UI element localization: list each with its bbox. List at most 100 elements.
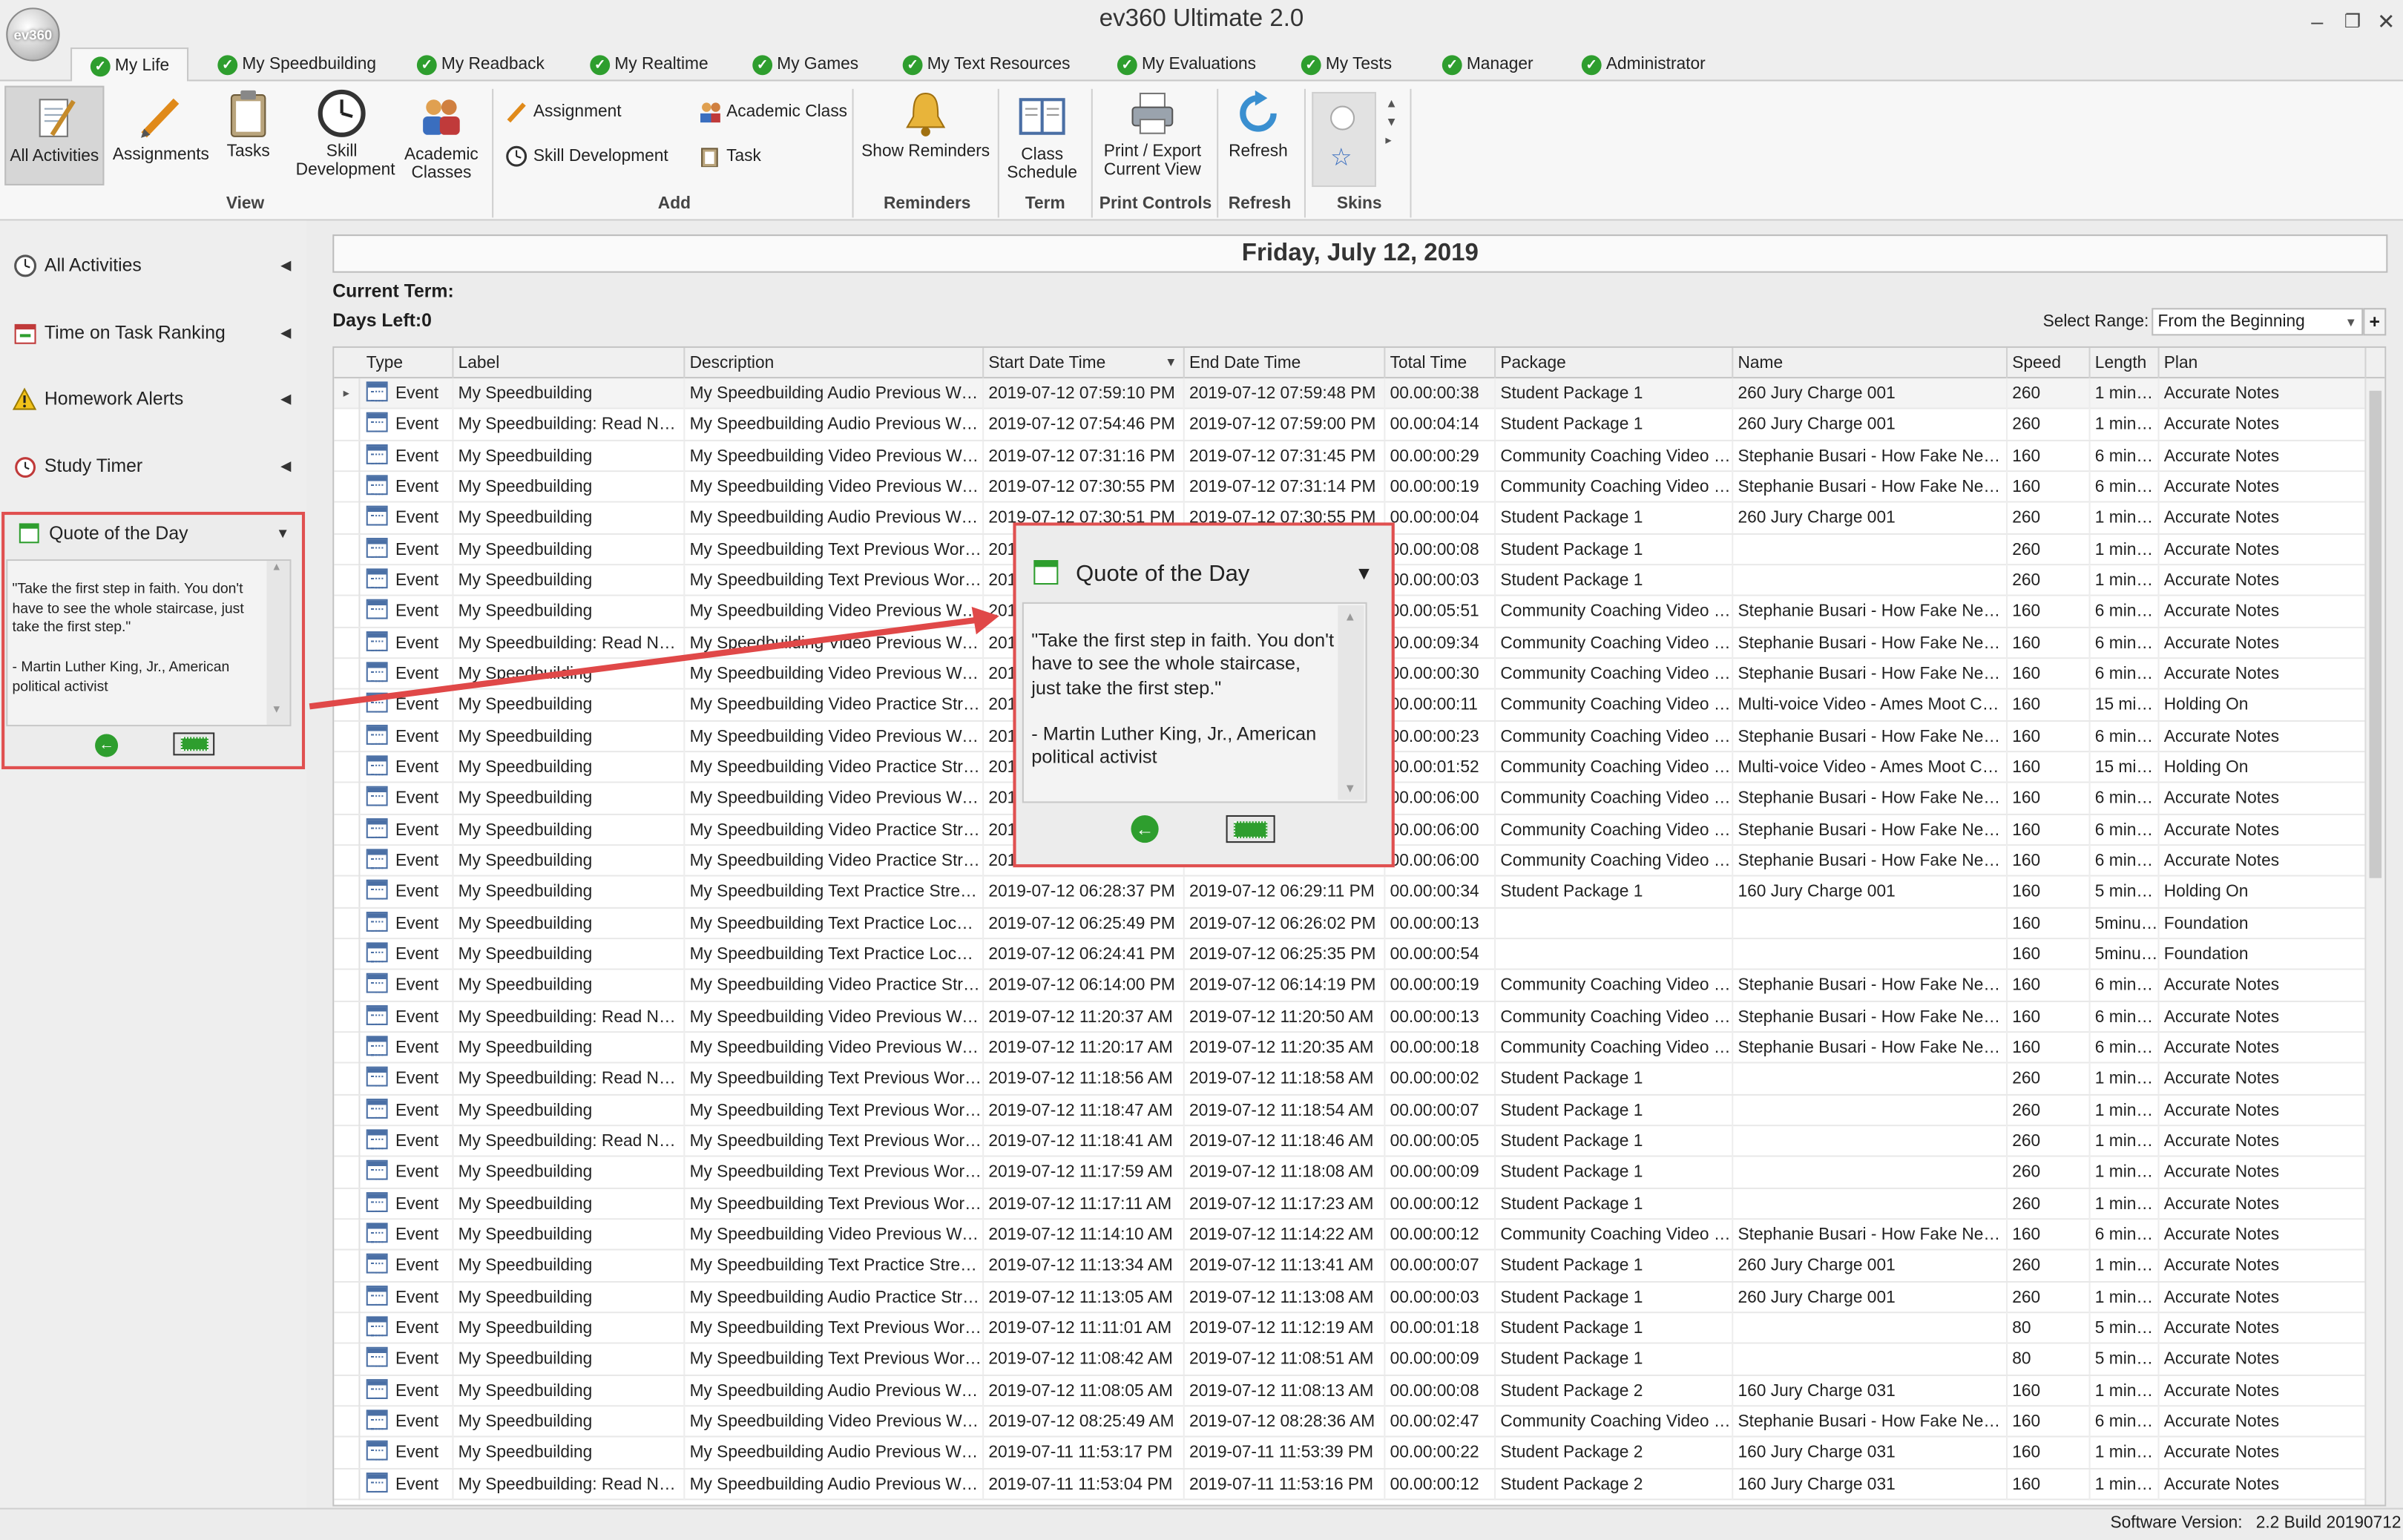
cell-description[interactable]: My Speedbuilding Text Previous Work...: [685, 1188, 984, 1220]
cell-total-time[interactable]: 00.00:02:47: [1385, 1406, 1496, 1438]
cell-length[interactable]: 6 minutes: [2091, 596, 2160, 628]
row-indicator[interactable]: [334, 1064, 361, 1095]
cell-length[interactable]: 5 minutes: [2091, 1344, 2160, 1375]
cell-package[interactable]: Community Coaching Video P...: [1496, 783, 1734, 815]
cell-type[interactable]: Event: [362, 877, 454, 908]
cell-label[interactable]: My Speedbuilding: [453, 1095, 686, 1126]
cell-name[interactable]: [1733, 1313, 2008, 1344]
cell-package[interactable]: [1496, 939, 1734, 970]
table-row[interactable]: Event My Speedbuilding My Speedbuilding Te…: [334, 1095, 2367, 1127]
cell-plan[interactable]: Accurate Notes: [2160, 534, 2367, 565]
cell-plan[interactable]: Accurate Notes: [2160, 503, 2367, 534]
row-indicator[interactable]: [334, 846, 361, 877]
cell-speed[interactable]: 160: [2008, 846, 2091, 877]
cell-description[interactable]: My Speedbuilding Audio Previous Wor...: [685, 378, 984, 409]
row-indicator[interactable]: [334, 503, 361, 534]
cell-plan[interactable]: Accurate Notes: [2160, 441, 2367, 472]
table-row[interactable]: Event My Speedbuilding My Speedbuilding Te…: [334, 1157, 2367, 1189]
cell-name[interactable]: [1733, 939, 2008, 970]
cell-speed[interactable]: 160: [2008, 908, 2091, 939]
row-indicator[interactable]: [334, 1033, 361, 1064]
cell-total-time[interactable]: 00.00:00:19: [1385, 970, 1496, 1001]
add-skill-development-button[interactable]: Skill Development: [506, 145, 668, 167]
cell-length[interactable]: 1 minute: [2091, 1095, 2160, 1126]
table-row[interactable]: Event My Speedbuilding My Speedbuilding Te…: [334, 1251, 2367, 1283]
cell-length[interactable]: 6 minutes: [2091, 783, 2160, 815]
cell-label[interactable]: My Speedbuilding: [453, 970, 686, 1001]
cell-package[interactable]: Student Package 1: [1496, 409, 1734, 441]
cell-total-time[interactable]: 00.00:01:18: [1385, 1313, 1496, 1344]
cell-length[interactable]: 6 minutes: [2091, 1406, 2160, 1438]
cell-package[interactable]: Community Coaching Video P...: [1496, 846, 1734, 877]
cell-end-date-time[interactable]: 2019-07-12 11:08:51 AM: [1185, 1344, 1386, 1375]
scroll-down-icon[interactable]: ▼: [1344, 782, 1356, 796]
cell-name[interactable]: Stephanie Busari - How Fake New...: [1733, 1406, 2008, 1438]
sort-descending-icon[interactable]: ▼: [1165, 348, 1177, 378]
cell-total-time[interactable]: 00.00:00:34: [1385, 877, 1496, 908]
tasks-button[interactable]: Tasks: [214, 89, 282, 161]
cell-total-time[interactable]: 00.00:00:09: [1385, 1344, 1496, 1375]
cell-length[interactable]: 6 minutes: [2091, 1033, 2160, 1064]
cell-package[interactable]: Student Package 1: [1496, 503, 1734, 534]
cell-label[interactable]: My Speedbuilding: [453, 1406, 686, 1438]
cell-type[interactable]: Event: [362, 783, 454, 815]
cell-speed[interactable]: 160: [2008, 659, 2091, 690]
add-task-button[interactable]: Task: [699, 145, 761, 168]
cell-plan[interactable]: Accurate Notes: [2160, 1438, 2367, 1469]
cell-name[interactable]: [1733, 1188, 2008, 1220]
cell-description[interactable]: My Speedbuilding Video Previous Wor...: [685, 1220, 984, 1251]
column-header-end-date-time[interactable]: End Date Time: [1185, 347, 1386, 379]
cell-type[interactable]: Event: [362, 1344, 454, 1375]
cell-plan[interactable]: Accurate Notes: [2160, 1033, 2367, 1064]
row-indicator[interactable]: [334, 1344, 361, 1375]
cell-label[interactable]: My Speedbuilding: [453, 846, 686, 877]
cell-plan[interactable]: Accurate Notes: [2160, 1469, 2367, 1500]
cell-length[interactable]: 1 minute: [2091, 1126, 2160, 1157]
cell-name[interactable]: 160 Jury Charge 031: [1733, 1375, 2008, 1406]
cell-total-time[interactable]: 00.00:00:03: [1385, 1282, 1496, 1313]
cell-total-time[interactable]: 00.00:09:34: [1385, 628, 1496, 659]
cell-length[interactable]: 6 minutes: [2091, 970, 2160, 1001]
row-indicator[interactable]: [334, 1251, 361, 1282]
cell-start-date-time[interactable]: 2019-07-12 07:31:16 PM: [984, 441, 1185, 472]
cell-type[interactable]: Event: [362, 534, 454, 565]
cell-speed[interactable]: 160: [2008, 1469, 2091, 1500]
table-row[interactable]: Event My Speedbuilding My Speedbuilding Te…: [334, 1313, 2367, 1345]
cell-type[interactable]: Event: [362, 409, 454, 441]
cell-name[interactable]: Stephanie Busari - How Fake New...: [1733, 783, 2008, 815]
cell-length[interactable]: 1 minute: [2091, 1282, 2160, 1313]
row-indicator[interactable]: [334, 1282, 361, 1313]
cell-speed[interactable]: 160: [2008, 815, 2091, 846]
cell-type[interactable]: Event: [362, 1188, 454, 1220]
cell-label[interactable]: My Speedbuilding: [453, 1313, 686, 1344]
cell-length[interactable]: 5minutes: [2091, 908, 2160, 939]
cell-length[interactable]: 1 minute: [2091, 1251, 2160, 1282]
cell-total-time[interactable]: 00.00:00:12: [1385, 1469, 1496, 1500]
cell-speed[interactable]: 260: [2008, 1188, 2091, 1220]
cell-type[interactable]: Event: [362, 441, 454, 472]
cell-start-date-time[interactable]: 2019-07-12 11:18:56 AM: [984, 1064, 1185, 1095]
cell-start-date-time[interactable]: 2019-07-12 11:17:11 AM: [984, 1188, 1185, 1220]
add-range-icon[interactable]: +: [2363, 308, 2387, 336]
table-row[interactable]: Event My Speedbuilding My Speedbuilding Au…: [334, 1438, 2367, 1470]
cell-length[interactable]: 6 minutes: [2091, 1220, 2160, 1251]
table-row[interactable]: Event My Speedbuilding: Read Notes My Spee…: [334, 1469, 2367, 1501]
tab-my-speedbuilding[interactable]: ✓ My Speedbuilding: [217, 47, 376, 81]
table-row[interactable]: Event My Speedbuilding My Speedbuilding Te…: [334, 1188, 2367, 1220]
cell-description[interactable]: My Speedbuilding Text Previous Work...: [685, 1126, 984, 1157]
cell-speed[interactable]: 160: [2008, 721, 2091, 752]
table-row[interactable]: Event My Speedbuilding My Speedbuilding Te…: [334, 908, 2367, 940]
cell-package[interactable]: Community Coaching Video P...: [1496, 659, 1734, 690]
cell-total-time[interactable]: 00.00:00:09: [1385, 1157, 1496, 1188]
cell-end-date-time[interactable]: 2019-07-12 11:14:22 AM: [1185, 1220, 1386, 1251]
cell-length[interactable]: 1 minute: [2091, 1064, 2160, 1095]
cell-speed[interactable]: 260: [2008, 1157, 2091, 1188]
cell-length[interactable]: 6 minutes: [2091, 472, 2160, 503]
cell-total-time[interactable]: 00.00:00:13: [1385, 1001, 1496, 1033]
cell-plan[interactable]: Accurate Notes: [2160, 378, 2367, 409]
cell-name[interactable]: [1733, 534, 2008, 565]
cell-label[interactable]: My Speedbuilding: [453, 752, 686, 783]
cell-package[interactable]: [1496, 908, 1734, 939]
cell-end-date-time[interactable]: 2019-07-12 06:26:02 PM: [1185, 908, 1386, 939]
chevron-down-icon[interactable]: ▼: [2345, 309, 2357, 335]
